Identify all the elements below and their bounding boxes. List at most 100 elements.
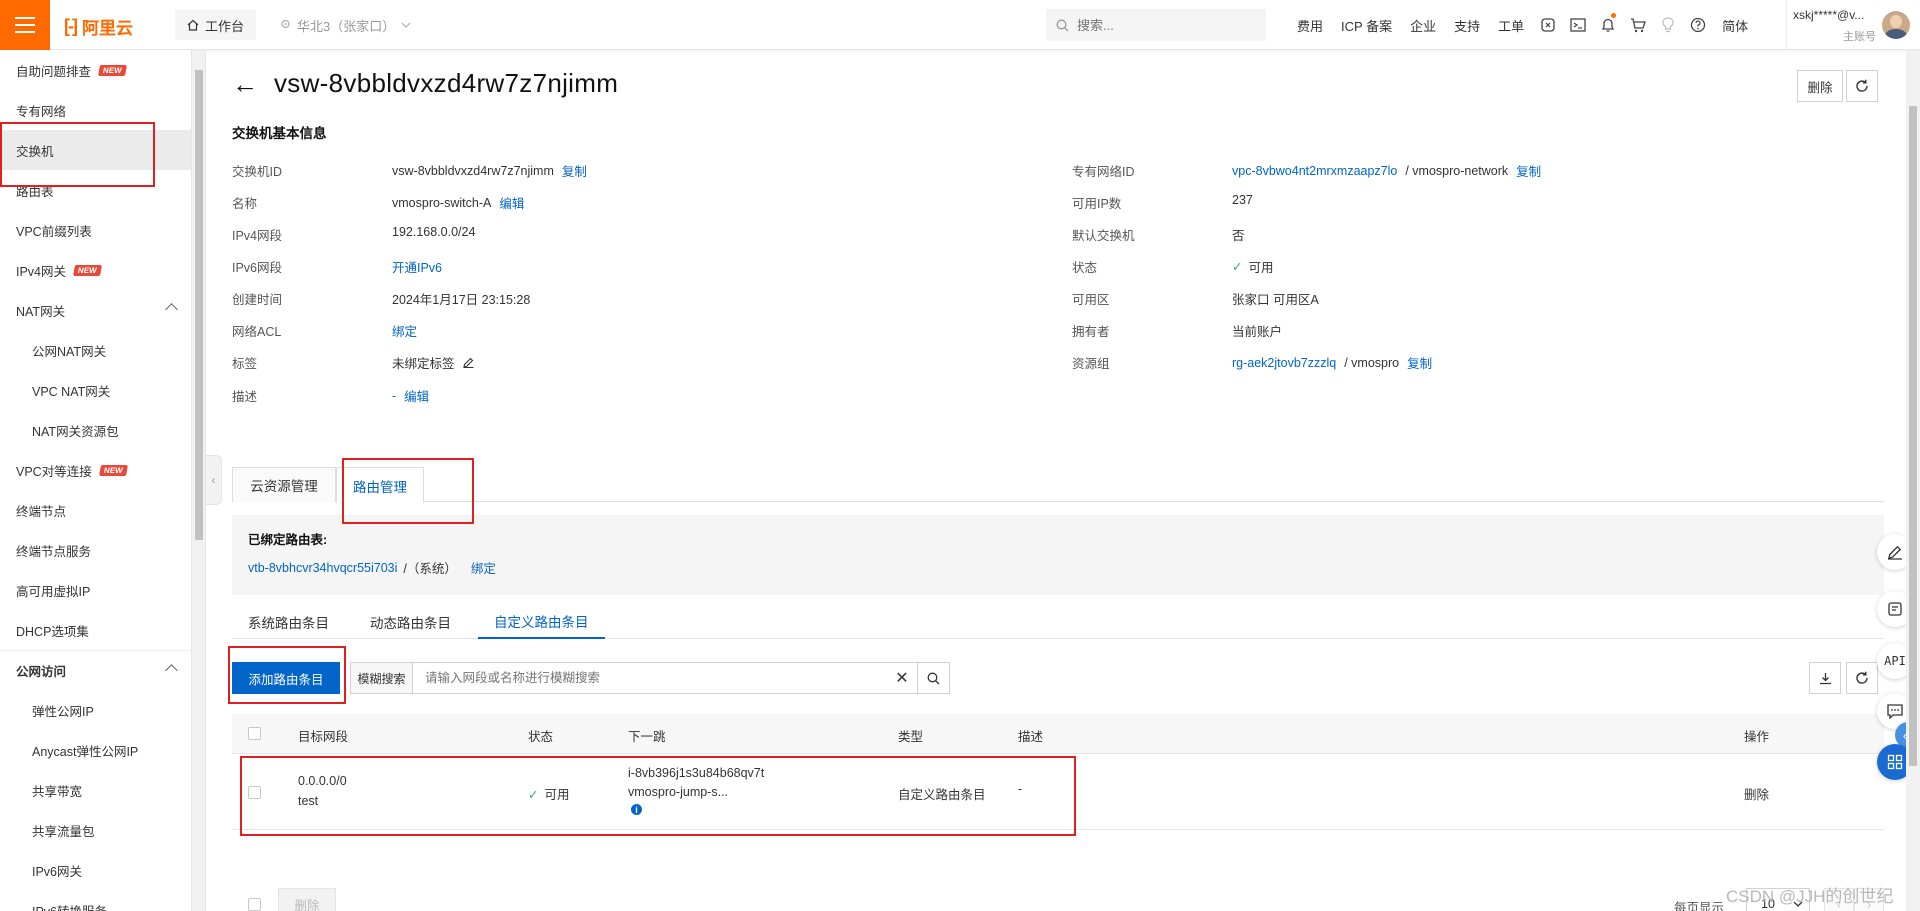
app-icon[interactable] [1533, 0, 1563, 50]
bind-route-table-link[interactable]: 绑定 [471, 558, 496, 577]
refresh-icon[interactable] [1846, 662, 1878, 694]
search-icon[interactable] [917, 663, 949, 693]
tab-route-management[interactable]: 路由管理 [336, 467, 424, 503]
sidebar-item-anycast-eip[interactable]: Anycast弹性公网IP [0, 730, 191, 770]
sidebar-scroll-thumb[interactable] [195, 70, 203, 540]
info-label-ipv4: IPv4网段 [232, 229, 283, 243]
status-text: 可用 [1248, 261, 1274, 275]
copy-vswitch-id-link[interactable]: 复制 [562, 161, 587, 180]
sidebar-item-label: 弹性公网IP [32, 704, 94, 719]
route-search-input[interactable] [413, 663, 887, 693]
row-checkbox[interactable] [248, 786, 261, 799]
sidebar-item-public-nat[interactable]: 公网NAT网关 [0, 330, 191, 370]
copy-vpc-id-link[interactable]: 复制 [1516, 161, 1541, 180]
terminal-icon[interactable] [1563, 0, 1593, 50]
bell-icon[interactable] [1593, 0, 1623, 50]
sidebar-item-vpc-nat[interactable]: VPC NAT网关 [0, 370, 191, 410]
link-support[interactable]: 支持 [1445, 16, 1489, 35]
delete-vswitch-button[interactable]: 删除 [1797, 70, 1843, 102]
region-selector[interactable]: 华北3（张家口） [280, 10, 411, 40]
info-icon[interactable]: i [631, 804, 642, 815]
edit-desc-link[interactable]: 编辑 [404, 386, 429, 405]
copy-resource-group-link[interactable]: 复制 [1407, 353, 1432, 372]
avatar[interactable] [1882, 11, 1910, 39]
delete-route-link[interactable]: 删除 [1744, 784, 1769, 803]
bulk-delete-button[interactable]: 删除 [278, 888, 336, 911]
enable-ipv6-link[interactable]: 开通IPv6 [392, 257, 442, 276]
help-icon[interactable] [1683, 0, 1713, 50]
sidebar-item-route-table[interactable]: 路由表 [0, 170, 191, 210]
link-enterprise[interactable]: 企业 [1401, 16, 1445, 35]
footer-select-all-checkbox[interactable] [248, 898, 261, 911]
add-route-entry-button[interactable]: 添加路由条目 [232, 662, 340, 694]
table-footer: 删除 每页显示 10 ‹ › [232, 888, 1884, 911]
sidebar-item-dhcp[interactable]: DHCP选项集 [0, 610, 191, 650]
link-billing[interactable]: 费用 [1288, 16, 1332, 35]
sidebar-item-data-plan[interactable]: 共享流量包 [0, 810, 191, 850]
sidebar-group-nat[interactable]: NAT网关 [0, 290, 191, 330]
sidebar-item-vpc[interactable]: 专有网络 [0, 90, 191, 130]
sidebar-item-prefix-list[interactable]: VPC前缀列表 [0, 210, 191, 250]
sidebar-item-ipv6-gateway[interactable]: IPv6网关 [0, 850, 191, 890]
sidebar-item-vswitch[interactable]: 交换机 [0, 130, 191, 170]
cart-icon[interactable] [1623, 0, 1653, 50]
edit-name-link[interactable]: 编辑 [499, 193, 524, 212]
filter-type-select[interactable]: 模糊搜索 [351, 663, 413, 693]
subtab-dynamic-routes[interactable]: 动态路由条目 [370, 605, 451, 639]
sidebar-item-troubleshoot[interactable]: 自助问题排查 NEW [0, 50, 191, 90]
route-type: 自定义路由条目 [898, 788, 986, 802]
refresh-icon[interactable] [1846, 70, 1878, 102]
sidebar-item-eip[interactable]: 弹性公网IP [0, 690, 191, 730]
lightbulb-icon[interactable] [1653, 0, 1683, 50]
route-desc: - [1018, 782, 1023, 796]
sidebar-item-endpoint[interactable]: 终端节点 [0, 490, 191, 530]
account-menu[interactable]: xskj*****@v... 主账号 [1786, 0, 1920, 50]
aliyun-logo[interactable]: [-] 阿里云 [64, 14, 133, 39]
check-icon: ✓ [1232, 260, 1243, 274]
chevron-down-icon [401, 22, 411, 28]
next-hop-link[interactable]: i-8vb396j1s3u84b68qv7t [628, 766, 764, 780]
route-table-id-link[interactable]: vtb-8vbhcvr34hvqcr55i703i [248, 561, 397, 575]
select-all-checkbox[interactable] [248, 727, 261, 740]
aliyun-logo-mark-icon: [-] [64, 16, 78, 36]
sidebar-item-ipv4-gateway[interactable]: IPv4网关 NEW [0, 250, 191, 290]
sidebar-item-endpoint-service[interactable]: 终端节点服务 [0, 530, 191, 570]
check-icon: ✓ [528, 788, 539, 802]
tab-cloud-resources[interactable]: 云资源管理 [232, 467, 336, 502]
region-label: 华北3（张家口） [297, 18, 396, 34]
sidebar-item-nat-package[interactable]: NAT网关资源包 [0, 410, 191, 450]
sidebar-item-label: IPv6网关 [32, 864, 83, 879]
new-badge: NEW [98, 464, 128, 476]
resource-group-link[interactable]: rg-aek2jtovb7zzzlq [1232, 356, 1336, 370]
subtab-system-routes[interactable]: 系统路由条目 [248, 605, 329, 639]
route-name: test [298, 794, 319, 808]
bind-acl-link[interactable]: 绑定 [392, 321, 417, 340]
download-icon[interactable] [1809, 662, 1841, 694]
sidebar-item-ipv6-translation[interactable]: IPv6转换服务 [0, 890, 191, 911]
link-icp[interactable]: ICP 备案 [1332, 16, 1401, 35]
sidebar-item-label: NAT网关资源包 [32, 424, 119, 439]
sidebar: 自助问题排查 NEW 专有网络 交换机 路由表 VPC前缀列表 IPv4网关 NEW… [0, 50, 192, 911]
sidebar-item-shared-bandwidth[interactable]: 共享带宽 [0, 770, 191, 810]
sidebar-group-public-access[interactable]: 公网访问 [0, 650, 191, 690]
vpc-id-link[interactable]: vpc-8vbwo4nt2mrxmzaapz7lo [1232, 164, 1397, 178]
link-ticket[interactable]: 工单 [1489, 16, 1533, 35]
workbench-button[interactable]: 工作台 [175, 10, 257, 40]
sidebar-scrollbar[interactable] [192, 50, 206, 911]
sidebar-item-havip[interactable]: 高可用虚拟IP [0, 570, 191, 610]
subtab-custom-routes[interactable]: 自定义路由条目 [478, 605, 605, 639]
edit-pencil-icon[interactable] [462, 357, 474, 368]
search-input[interactable] [1077, 17, 1247, 33]
main-scroll-thumb[interactable] [1909, 106, 1917, 766]
hamburger-menu-icon[interactable] [0, 0, 50, 50]
sidebar-item-label: NAT网关 [16, 304, 66, 319]
route-entries-table: 目标网段 状态 下一跳 类型 描述 操作 0.0.0.0/0 test ✓ 可用 … [232, 714, 1884, 830]
main-scrollbar[interactable] [1906, 50, 1920, 911]
sidebar-item-vpc-peering[interactable]: VPC对等连接 NEW [0, 450, 191, 490]
page-title: vsw-8vbbldvxzd4rw7z7njimm [274, 68, 619, 98]
clear-icon[interactable]: ✕ [887, 663, 917, 693]
route-table-suffix: /（系统） [403, 562, 457, 576]
language-switch[interactable]: 简体 [1713, 16, 1757, 35]
global-search[interactable] [1046, 9, 1266, 41]
back-arrow-icon[interactable]: ← [232, 71, 258, 97]
